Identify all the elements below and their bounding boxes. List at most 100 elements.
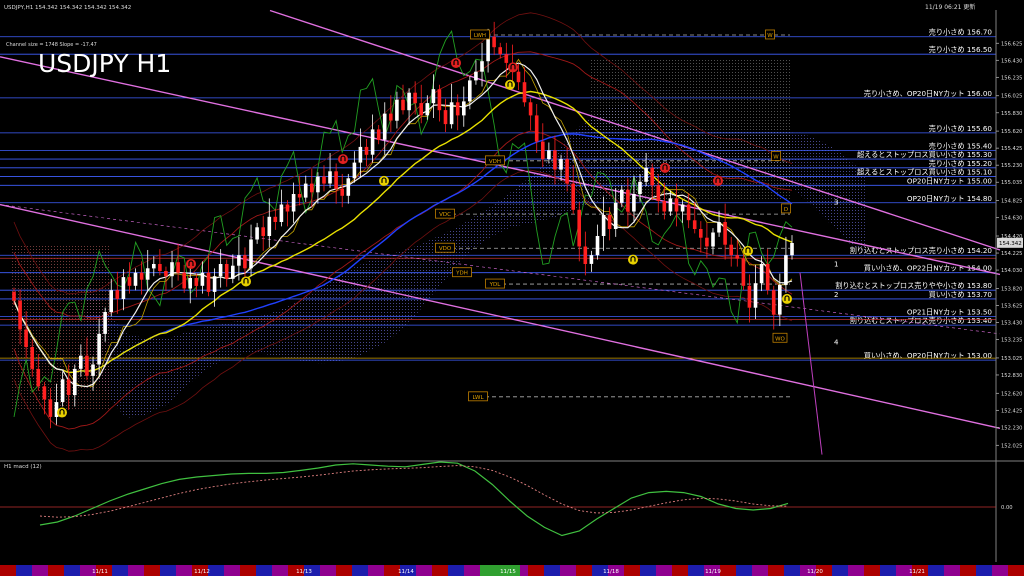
date-label: 11/13 xyxy=(296,569,312,575)
price-tick-label: 154.030 xyxy=(1001,268,1022,274)
date-band xyxy=(320,565,336,576)
candle-body xyxy=(711,232,715,247)
candle-body xyxy=(42,386,47,400)
date-band xyxy=(112,565,128,576)
date-band xyxy=(224,565,240,576)
level-label: 割り込むとストップロス売りやや小さめ 153.80 xyxy=(835,281,992,290)
date-band xyxy=(624,565,640,576)
candle-body xyxy=(674,198,679,212)
candle-body xyxy=(498,47,502,55)
marker-label: LWL xyxy=(472,395,484,401)
candle-body xyxy=(79,355,83,369)
date-band xyxy=(928,565,944,576)
date-band xyxy=(16,565,32,576)
candle-body xyxy=(395,99,399,121)
price-tick-label: 156.430 xyxy=(1001,58,1022,64)
candle-body xyxy=(626,189,630,212)
candle-body xyxy=(158,264,162,271)
date-band xyxy=(768,565,784,576)
price-tick-label: 154.630 xyxy=(1001,216,1022,222)
date-label: 11/20 xyxy=(807,569,823,575)
date-band xyxy=(208,565,224,576)
date-band xyxy=(368,565,384,576)
candle-body xyxy=(194,278,199,286)
candle-body xyxy=(474,71,478,81)
candle-body xyxy=(316,176,320,193)
candle-body xyxy=(60,379,65,402)
candle-body xyxy=(352,162,357,179)
candle-body xyxy=(413,92,417,104)
price-tick-label: 156.235 xyxy=(1001,75,1022,81)
candle-body xyxy=(36,368,41,387)
chart-datetime: 11/19 06:21 更新 xyxy=(925,3,975,11)
level-label: 買い小さめ 153.70 xyxy=(929,290,993,299)
candle-body xyxy=(589,255,594,264)
candle-body xyxy=(200,272,205,286)
candle-body xyxy=(431,89,436,104)
candle-body xyxy=(723,222,727,245)
cloud-upper xyxy=(590,60,790,200)
candle-body xyxy=(328,171,332,184)
candle-body xyxy=(717,222,721,233)
candle-body xyxy=(224,264,229,279)
candle-body xyxy=(668,198,673,212)
date-band xyxy=(864,565,880,576)
marker-label: VDO xyxy=(439,246,452,252)
symbol-info: USDJPY,H1 154.342 154.342 154.342 154.34… xyxy=(4,5,131,11)
candle-body xyxy=(133,272,138,286)
candle-body xyxy=(468,80,472,102)
date-label: 11/12 xyxy=(194,569,210,575)
candle-body xyxy=(24,329,28,347)
candle-body xyxy=(699,229,703,238)
date-band xyxy=(560,565,576,576)
marker-label: VDH xyxy=(489,159,501,165)
candle-body xyxy=(237,255,241,266)
chart-title: USDJPY H1 xyxy=(38,49,171,78)
marker-label: W xyxy=(767,33,773,39)
marker-label: WO xyxy=(775,336,785,342)
date-band xyxy=(64,565,80,576)
candle-body xyxy=(279,204,284,222)
date-band xyxy=(160,565,176,576)
candle-body xyxy=(583,246,588,264)
candle-body xyxy=(595,236,600,256)
date-band xyxy=(1008,565,1024,576)
price-tick-label: 152.830 xyxy=(1001,373,1022,379)
candle-body xyxy=(85,355,89,376)
date-band xyxy=(416,565,432,576)
candle-body xyxy=(747,285,752,308)
candle-body xyxy=(97,333,101,365)
candle-body xyxy=(340,188,344,196)
candle-body xyxy=(644,167,648,182)
candle-body xyxy=(662,201,667,212)
date-band xyxy=(960,565,976,576)
level-label: OP20日NYカット 155.00 xyxy=(907,176,993,185)
date-band xyxy=(528,565,544,576)
candle-body xyxy=(273,216,278,222)
candle-body xyxy=(310,183,314,193)
candle-body xyxy=(231,265,235,279)
candle-body xyxy=(686,204,691,221)
price-tick-label: 153.820 xyxy=(1001,286,1022,292)
marker-label: D xyxy=(784,207,788,213)
candle-body xyxy=(291,194,296,212)
usdjpy-h1-chart[interactable]: 売り小さめ 156.70 売り小さめ 156.50 売り小さめ、OP20日NYカット… xyxy=(0,0,1024,576)
candle-body xyxy=(620,189,624,203)
candle-body xyxy=(437,89,442,111)
level-label: 割り込むとストップロス売り小さめ 154.20 xyxy=(850,246,993,255)
candle-body xyxy=(571,183,575,210)
date-band xyxy=(784,565,800,576)
candle-body xyxy=(139,272,144,280)
candle-body xyxy=(553,150,557,170)
channel-number-label: 2 xyxy=(834,291,838,299)
candle-body xyxy=(121,277,126,299)
candle-body xyxy=(504,54,509,63)
level-label: 売り小さめ、OP20日NYカット 156.00 xyxy=(864,89,993,98)
candle-body xyxy=(164,271,168,277)
candle-body xyxy=(613,202,618,229)
date-label: 11/15 xyxy=(500,569,516,575)
candle-body xyxy=(243,255,247,269)
candle-body xyxy=(30,347,34,369)
candle-body xyxy=(486,36,490,62)
date-band xyxy=(640,565,656,576)
